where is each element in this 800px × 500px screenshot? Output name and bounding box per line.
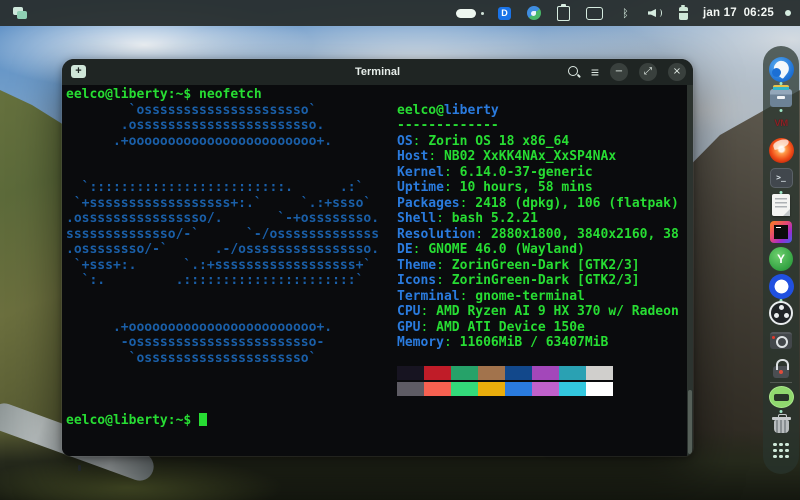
headerbar-controls: ≡ − ⤢ × (567, 63, 686, 81)
neofetch-info-row: Packages: 2418 (dpkg), 106 (flatpak) (397, 195, 679, 211)
neofetch-info-row: CPU: AMD Ryzen AI 9 HX 370 w/ Radeon (397, 304, 679, 319)
terminal-content[interactable]: eelco@liberty:~$ neofetch `ossssssssssss… (62, 85, 693, 456)
hiker-figure (78, 465, 81, 471)
terminal-icon: >_ (769, 167, 793, 188)
neofetch-info-row: OS: Zorin OS 18 x86_64 (397, 133, 570, 149)
palette-swatch (532, 366, 559, 380)
menu-icon[interactable]: ≡ (591, 63, 599, 81)
neofetch-info-rows: OS: Zorin OS 18 x86_64 Host: NB02 XxKK4NA… (397, 134, 690, 351)
dock-item-app-grid[interactable] (768, 438, 794, 464)
neofetch-output: `osssssssssssssssssssso` .osssssssssssss… (66, 103, 693, 398)
dnd-pill-icon[interactable] (455, 8, 484, 18)
dock-item-keyboard-input[interactable] (768, 384, 794, 413)
palette-row (397, 381, 690, 398)
neofetch-info-row: Uptime: 10 hours, 58 mins (397, 180, 593, 195)
obs-studio-icon (769, 301, 793, 326)
camera-icon (770, 331, 792, 349)
prompt-line: eelco@liberty:~$ neofetch (66, 87, 262, 102)
neofetch-info-row: Terminal: gnome-terminal (397, 288, 585, 304)
app-grid-icon (772, 442, 790, 460)
dock-item-vmware[interactable]: VM (768, 110, 794, 136)
neofetch-info-row: Theme: ZorinGreen-Dark [GTK2/3] (397, 257, 640, 273)
palette-swatch (586, 366, 613, 380)
system-tray: Dᛒ (455, 3, 688, 21)
restore-button[interactable]: ⤢ (639, 63, 657, 81)
minimize-button[interactable]: − (610, 63, 628, 81)
clock[interactable]: jan 17 06:25 (703, 7, 774, 19)
dock-item-camera[interactable] (768, 327, 794, 353)
files-icon (770, 85, 792, 108)
volume-icon[interactable] (648, 7, 663, 19)
palette-swatch (451, 366, 478, 380)
palette-swatch (424, 366, 451, 380)
password-lock-icon (773, 358, 789, 378)
intellij-idea-icon (770, 220, 792, 243)
neofetch-info-row: Kernel: 6.14.0-37-generic (397, 164, 593, 180)
neofetch-info-row: DE: GNOME 46.0 (Wayland) (397, 242, 585, 257)
dock-item-files[interactable] (768, 83, 794, 113)
keyboard-layout-icon[interactable]: D (497, 6, 511, 20)
signal-icon (768, 273, 794, 299)
app-red-swirl-icon (768, 137, 794, 163)
palette-swatch (532, 381, 559, 396)
bluetooth-icon[interactable]: ᛒ (619, 7, 632, 20)
dock: VM >_ Y (763, 46, 799, 474)
palette-swatch (505, 381, 532, 396)
neofetch-info: eelco@liberty ------------- OS: Zorin OS… (397, 103, 690, 398)
battery-icon[interactable] (678, 4, 688, 20)
vmware-icon: VM (774, 117, 788, 129)
dock-item-trash[interactable] (768, 411, 794, 437)
palette-swatch (397, 381, 424, 396)
text-editor-icon (772, 193, 790, 216)
trash-icon (771, 414, 791, 434)
zorin-browser-icon (768, 56, 794, 82)
terminal-headerbar[interactable]: + Terminal ≡ − ⤢ × (62, 59, 693, 85)
app-green-icon: Y (769, 246, 793, 271)
terminal-window: + Terminal ≡ − ⤢ × eelco@liberty:~$ neof… (61, 58, 694, 457)
neofetch-info-row: Memory: 11606MiB / 63407MiB (397, 335, 609, 350)
neofetch-info-row: Host: NB02 XxKK4NAx_XxSP4NAx (397, 149, 617, 164)
dock-item-zorin-browser[interactable] (768, 56, 794, 85)
neofetch-info-row: Shell: bash 5.2.21 (397, 211, 538, 226)
dock-item-password-lock[interactable] (768, 354, 794, 380)
palette-row (397, 366, 690, 382)
palette-swatch (451, 381, 478, 396)
palette-swatch (478, 381, 505, 396)
neofetch-info-row: Icons: ZorinGreen-Dark [GTK2/3] (397, 273, 640, 288)
palette-swatch (559, 381, 586, 396)
notification-dot-icon[interactable] (785, 10, 791, 16)
screen-share-icon[interactable] (585, 6, 603, 20)
neofetch-info-row: GPU: AMD ATI Device 150e (397, 319, 585, 335)
keyboard-input-icon (768, 385, 794, 408)
dock-item-app-red-swirl[interactable] (768, 137, 794, 163)
palette-swatch (397, 366, 424, 380)
dock-item-intellij-idea[interactable] (768, 219, 794, 245)
dock-item-app-green[interactable]: Y (768, 246, 794, 272)
dock-divider (770, 381, 792, 383)
palette-swatch (559, 366, 586, 380)
close-button[interactable]: × (668, 63, 686, 81)
dock-item-terminal[interactable]: >_ (768, 165, 794, 194)
dock-item-text-editor[interactable] (768, 192, 794, 218)
top-panel: Dᛒ jan 17 06:25 (0, 0, 800, 26)
dock-item-obs-studio[interactable] (768, 300, 794, 326)
palette-swatch (424, 381, 451, 396)
sync-icon[interactable] (526, 6, 541, 20)
palette-swatch (505, 366, 532, 380)
palette-swatch (478, 366, 505, 380)
terminal-scrollbar[interactable] (687, 85, 693, 456)
dock-item-signal[interactable] (768, 273, 794, 302)
neofetch-underline: ------------- (397, 118, 499, 133)
search-icon[interactable] (567, 65, 582, 80)
neofetch-title: eelco@liberty (397, 102, 499, 118)
clipboard-icon[interactable] (556, 3, 570, 21)
neofetch-info-row: Resolution: 2880x1800, 3840x2160, 38 (397, 226, 679, 242)
palette-swatch (586, 381, 613, 396)
prompt-line-current: eelco@liberty:~$ (66, 412, 693, 429)
terminal-cursor (199, 412, 208, 426)
color-palette (397, 366, 690, 397)
neofetch-ascii-logo: `osssssssssssssssssssso` .osssssssssssss… (66, 102, 380, 366)
workspaces-icon[interactable] (13, 7, 27, 19)
